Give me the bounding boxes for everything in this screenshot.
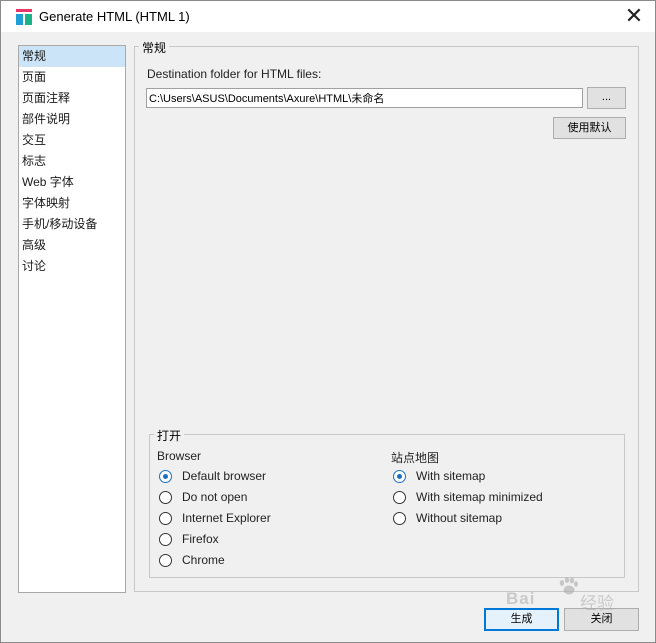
settings-category-list: 常规 页面 页面注释 部件说明 交互 标志 Web 字体 字体映射 手机/移动设…	[18, 45, 126, 593]
radio-button[interactable]	[393, 512, 406, 525]
sidebar-item-web-fonts[interactable]: Web 字体	[19, 172, 125, 193]
radio-label: With sitemap	[416, 469, 486, 483]
browser-heading: Browser	[157, 449, 202, 463]
radio-label: Without sitemap	[416, 511, 503, 525]
sitemap-heading: 站点地图	[391, 451, 440, 465]
sidebar-item-discussion[interactable]: 讨论	[19, 256, 125, 277]
sidebar-item-pages[interactable]: 页面	[19, 67, 125, 88]
radio-button-checked[interactable]	[393, 470, 406, 483]
destination-folder-label: Destination folder for HTML files:	[147, 67, 322, 81]
sidebar-item-general[interactable]: 常规	[19, 46, 125, 67]
radio-button-checked[interactable]	[159, 470, 172, 483]
open-group-title: 打开	[154, 427, 185, 444]
axure-app-icon	[16, 9, 32, 25]
generate-button[interactable]: 生成	[484, 608, 559, 631]
sidebar-item-advanced[interactable]: 高级	[19, 235, 125, 256]
generate-html-dialog: Generate HTML (HTML 1) ✕ 常规 页面 页面注释 部件说明…	[0, 0, 656, 643]
sidebar-item-font-mappings[interactable]: 字体映射	[19, 193, 125, 214]
radio-button[interactable]	[159, 554, 172, 567]
close-button[interactable]: 关闭	[564, 608, 639, 631]
radio-label: With sitemap minimized	[416, 490, 543, 504]
sidebar-item-mobile[interactable]: 手机/移动设备	[19, 214, 125, 235]
radio-button[interactable]	[159, 512, 172, 525]
title-bar: Generate HTML (HTML 1) ✕	[1, 1, 655, 32]
radio-label: Chrome	[182, 553, 225, 567]
sidebar-item-interactions[interactable]: 交互	[19, 130, 125, 151]
radio-label: Firefox	[182, 532, 219, 546]
radio-button[interactable]	[159, 491, 172, 504]
window-title: Generate HTML (HTML 1)	[39, 9, 190, 24]
browse-button[interactable]: ...	[587, 87, 626, 109]
sidebar-item-page-notes[interactable]: 页面注释	[19, 88, 125, 109]
close-icon[interactable]: ✕	[619, 1, 649, 31]
radio-label: Default browser	[182, 469, 267, 483]
radio-button[interactable]	[159, 533, 172, 546]
sidebar-item-logo[interactable]: 标志	[19, 151, 125, 172]
radio-label: Internet Explorer	[182, 511, 271, 525]
watermark-brand: Bai	[506, 589, 536, 608]
radio-button[interactable]	[393, 491, 406, 504]
general-group-title: 常规	[139, 39, 170, 56]
use-default-button[interactable]: 使用默认	[553, 117, 626, 139]
radio-label: Do not open	[182, 490, 248, 504]
destination-folder-input[interactable]	[146, 88, 583, 108]
sidebar-item-widget-notes[interactable]: 部件说明	[19, 109, 125, 130]
